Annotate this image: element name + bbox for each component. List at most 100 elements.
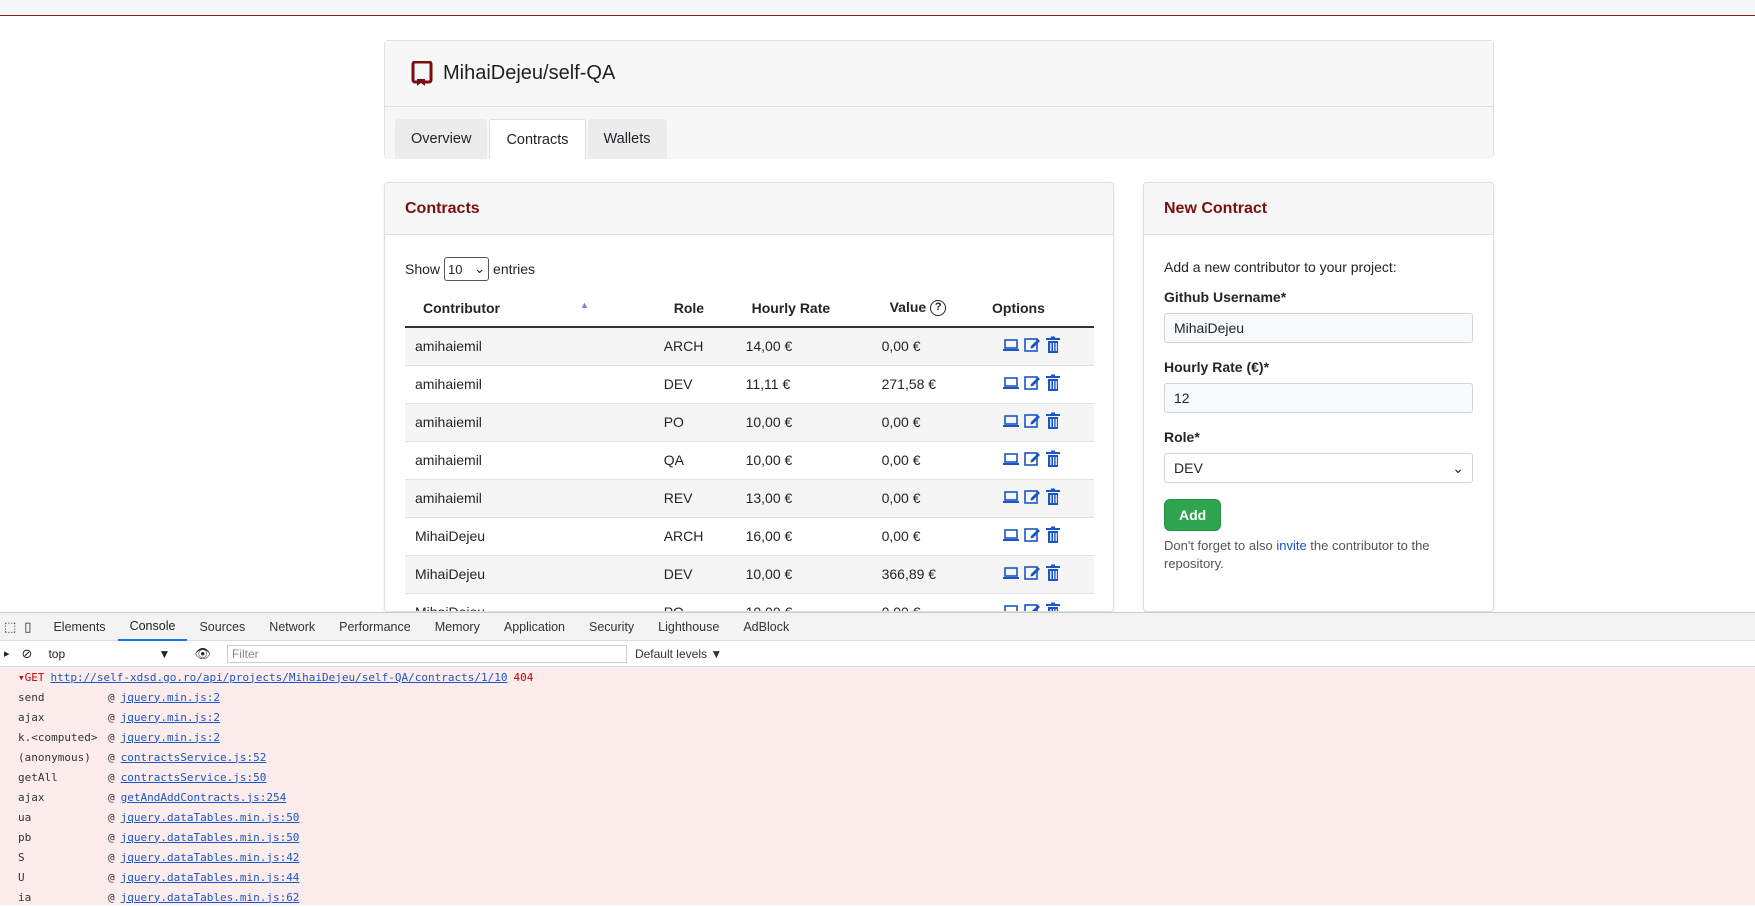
sort-asc-icon: ▲ bbox=[579, 299, 589, 310]
help-icon[interactable]: ? bbox=[930, 300, 947, 317]
clear-console-icon[interactable]: ⊘ bbox=[22, 646, 33, 662]
sidebar-toggle-icon[interactable]: ▸ bbox=[4, 647, 10, 660]
dropdown-arrow-icon: ▼ bbox=[158, 646, 171, 661]
cell-options bbox=[974, 441, 1094, 480]
trash-icon[interactable] bbox=[1044, 564, 1062, 582]
inspect-icon[interactable]: ⬚ bbox=[4, 619, 16, 635]
laptop-icon[interactable] bbox=[1002, 336, 1020, 354]
cell-options bbox=[974, 327, 1094, 366]
username-input[interactable]: MihaiDejeu bbox=[1164, 313, 1473, 343]
eye-icon[interactable]: 👁 bbox=[194, 646, 211, 662]
device-toggle-icon[interactable]: ▯ bbox=[24, 619, 31, 635]
col-contributor[interactable]: Contributor ▲ bbox=[405, 289, 656, 328]
frame-source-link[interactable]: jquery.dataTables.min.js:50 bbox=[121, 831, 300, 844]
laptop-icon[interactable] bbox=[1002, 526, 1020, 544]
frame-source-link[interactable]: jquery.dataTables.min.js:44 bbox=[121, 871, 300, 884]
invite-link[interactable]: invite bbox=[1276, 538, 1306, 553]
col-hourly-rate[interactable]: Hourly Rate bbox=[721, 289, 870, 328]
cell-hourly-rate: 13,00 € bbox=[721, 479, 870, 518]
cell-role: PO bbox=[655, 593, 722, 611]
frame-source-link[interactable]: contractsService.js:50 bbox=[121, 771, 267, 784]
frame-source-link[interactable]: jquery.dataTables.min.js:50 bbox=[121, 811, 300, 824]
table-row: MihaiDejeu DEV 10,00 €366,89 € bbox=[405, 555, 1094, 594]
laptop-icon[interactable] bbox=[1002, 450, 1020, 468]
edit-icon[interactable] bbox=[1023, 450, 1041, 468]
entries-value: 10 bbox=[448, 261, 463, 277]
cell-value: 0,00 € bbox=[869, 403, 974, 442]
devtools-tab-memory[interactable]: Memory bbox=[423, 613, 492, 641]
cell-value: 0,00 € bbox=[869, 479, 974, 518]
edit-icon[interactable] bbox=[1023, 336, 1041, 354]
hourly-rate-input[interactable]: 12 bbox=[1164, 383, 1473, 413]
devtools-tab-network[interactable]: Network bbox=[257, 613, 327, 641]
laptop-icon[interactable] bbox=[1002, 564, 1020, 582]
edit-icon[interactable] bbox=[1023, 488, 1041, 506]
trash-icon[interactable] bbox=[1044, 602, 1062, 613]
at-sign: @ bbox=[108, 810, 115, 824]
devtools-tab-security[interactable]: Security bbox=[577, 613, 646, 641]
edit-icon[interactable] bbox=[1023, 412, 1041, 430]
frame-source-link[interactable]: jquery.min.js:2 bbox=[121, 691, 220, 704]
laptop-icon[interactable] bbox=[1002, 412, 1020, 430]
cell-value: 0,00 € bbox=[869, 327, 974, 366]
cell-role: ARCH bbox=[655, 327, 722, 366]
invite-note: Don't forget to also invite the contribu… bbox=[1164, 538, 1430, 571]
cell-value: 0,00 € bbox=[869, 593, 974, 611]
console-filter-input[interactable]: Filter bbox=[226, 644, 627, 663]
entries-select[interactable]: 10 ⌄ bbox=[444, 257, 490, 281]
entries-label: entries bbox=[493, 261, 536, 277]
laptop-icon[interactable] bbox=[1002, 374, 1020, 392]
devtools-tab-console[interactable]: Console bbox=[117, 613, 188, 641]
stack-frame: ajax @ jquery.min.js:2 bbox=[18, 707, 1755, 727]
error-line[interactable]: ▾GET http://self-xdsd.go.ro/api/projects… bbox=[18, 667, 1755, 687]
role-select[interactable]: DEV ⌄ bbox=[1164, 453, 1473, 483]
frame-function: pb bbox=[18, 830, 32, 844]
devtools-tab-elements[interactable]: Elements bbox=[41, 613, 117, 641]
error-url[interactable]: http://self-xdsd.go.ro/api/projects/Miha… bbox=[51, 671, 508, 684]
trash-icon[interactable] bbox=[1044, 412, 1062, 430]
trash-icon[interactable] bbox=[1044, 450, 1062, 468]
laptop-icon[interactable] bbox=[1002, 488, 1020, 506]
frame-source-link[interactable]: contractsService.js:52 bbox=[121, 751, 267, 764]
context-select[interactable]: top ▼ bbox=[44, 645, 174, 663]
devtools-tab-lighthouse[interactable]: Lighthouse bbox=[646, 613, 731, 641]
devtools-tab-application[interactable]: Application bbox=[492, 613, 577, 641]
edit-icon[interactable] bbox=[1023, 526, 1041, 544]
col-options: Options bbox=[974, 289, 1094, 328]
tab-contracts[interactable]: Contracts bbox=[489, 119, 586, 159]
at-sign: @ bbox=[108, 870, 115, 884]
table-row: amihaiemil PO 10,00 €0,00 € bbox=[405, 403, 1094, 442]
cell-options bbox=[974, 403, 1094, 442]
levels-dropdown[interactable]: Default levels ▼ bbox=[635, 647, 722, 661]
edit-icon[interactable] bbox=[1023, 564, 1041, 582]
add-button[interactable]: Add bbox=[1164, 499, 1222, 531]
edit-icon[interactable] bbox=[1023, 602, 1041, 613]
laptop-icon[interactable] bbox=[1002, 602, 1020, 613]
cell-value: 0,00 € bbox=[869, 517, 974, 556]
stack-frame: send @ jquery.min.js:2 bbox=[18, 687, 1755, 707]
frame-source-link[interactable]: jquery.dataTables.min.js:42 bbox=[121, 851, 300, 864]
cell-hourly-rate: 10,00 € bbox=[721, 441, 870, 480]
devtools-tab-sources[interactable]: Sources bbox=[187, 613, 257, 641]
trash-icon[interactable] bbox=[1044, 374, 1062, 392]
devtools-tab-adblock[interactable]: AdBlock bbox=[731, 613, 801, 641]
frame-function: ajax bbox=[18, 790, 45, 804]
frame-source-link[interactable]: getAndAddContracts.js:254 bbox=[121, 791, 287, 804]
col-value[interactable]: Value? bbox=[869, 289, 974, 328]
trash-icon[interactable] bbox=[1044, 488, 1062, 506]
stack-frame: getAll @ contractsService.js:50 bbox=[18, 767, 1755, 787]
col-role[interactable]: Role bbox=[655, 289, 722, 328]
console-output: ▾GET http://self-xdsd.go.ro/api/projects… bbox=[0, 667, 1755, 905]
frame-source-link[interactable]: jquery.min.js:2 bbox=[121, 711, 220, 724]
chevron-down-icon: ⌄ bbox=[474, 261, 486, 276]
devtools-tab-performance[interactable]: Performance bbox=[327, 613, 423, 641]
tab-overview[interactable]: Overview bbox=[395, 119, 488, 159]
tab-wallets[interactable]: Wallets bbox=[587, 119, 667, 159]
trash-icon[interactable] bbox=[1044, 336, 1062, 354]
frame-function: (anonymous) bbox=[18, 750, 91, 764]
trash-icon[interactable] bbox=[1044, 526, 1062, 544]
frame-source-link[interactable]: jquery.dataTables.min.js:62 bbox=[121, 891, 300, 904]
at-sign: @ bbox=[108, 890, 115, 904]
frame-source-link[interactable]: jquery.min.js:2 bbox=[121, 731, 220, 744]
edit-icon[interactable] bbox=[1023, 374, 1041, 392]
